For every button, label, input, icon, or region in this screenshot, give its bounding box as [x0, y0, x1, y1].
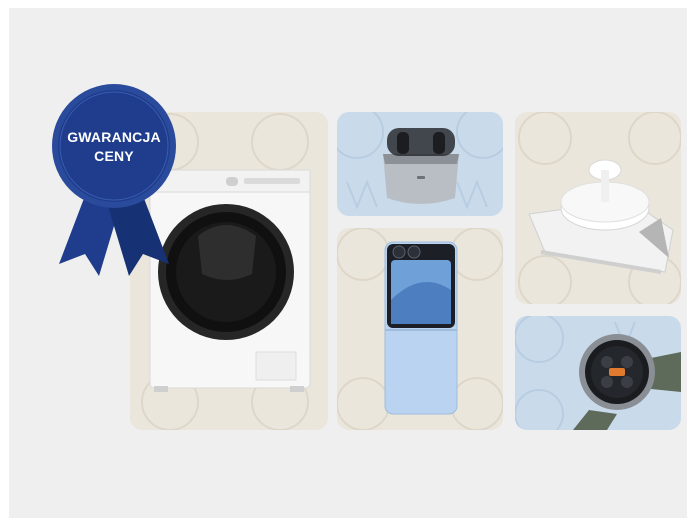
badge-text: GWARANCJA CENY: [49, 128, 179, 166]
badge-line-2: CENY: [94, 148, 134, 164]
price-guarantee-badge: GWARANCJA CENY: [49, 84, 184, 284]
smartwatch-icon: [573, 334, 681, 430]
flip-phone-icon: [384, 241, 458, 415]
rosette-icon: [52, 84, 176, 276]
flip-phone-card[interactable]: [337, 228, 503, 430]
badge-line-1: GWARANCJA: [67, 129, 161, 145]
promo-banner: GWARANCJA CENY: [9, 8, 687, 518]
smartwatch-card[interactable]: [515, 316, 681, 430]
robot-vacuum-card[interactable]: [515, 112, 681, 304]
robot-vacuum-icon: [528, 159, 674, 274]
earbuds-card[interactable]: [337, 112, 503, 216]
earbuds-icon: [383, 128, 459, 204]
